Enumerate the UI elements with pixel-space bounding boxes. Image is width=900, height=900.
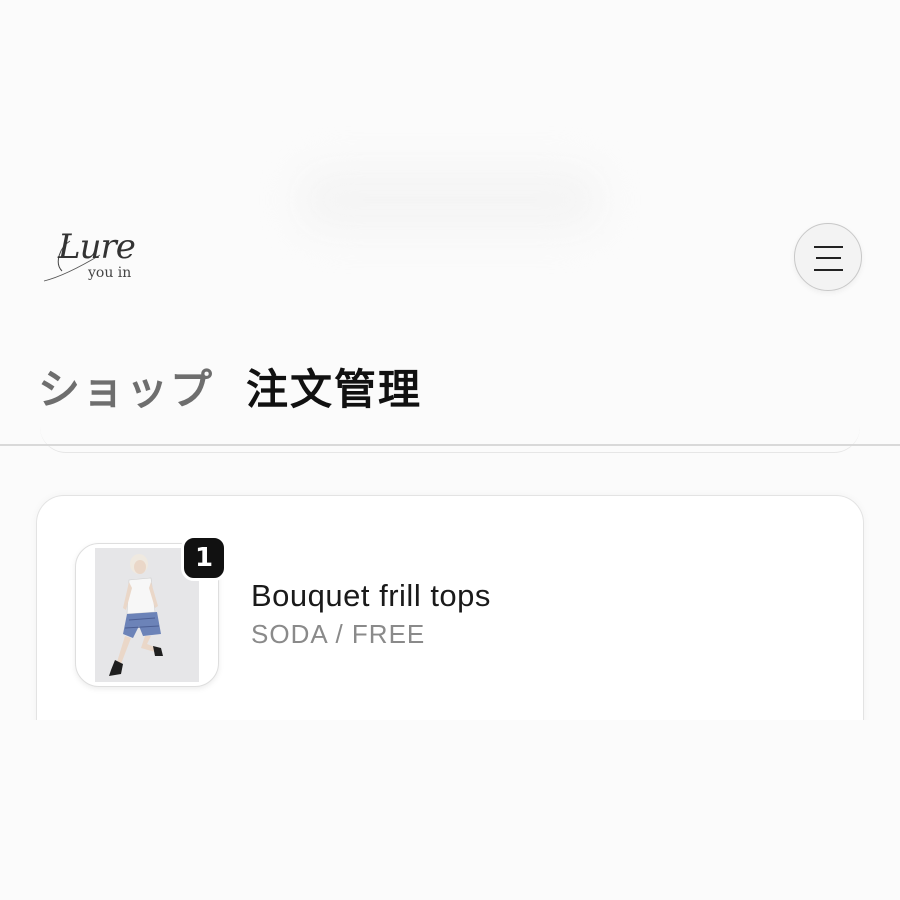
previous-card-edge (40, 420, 860, 453)
header-divider (0, 444, 900, 446)
menu-bar-bottom (814, 269, 843, 271)
product-variant: SODA / FREE (251, 619, 426, 649)
quantity-badge: 1 (181, 535, 227, 581)
tab-order-management[interactable]: 注文管理 (246, 360, 422, 420)
bottom-blank-area (0, 720, 900, 900)
menu-bar-middle (816, 257, 841, 259)
app-header: Lure you in (0, 205, 900, 315)
logo-script-text: Lure (58, 227, 136, 267)
order-item-card[interactable]: 1 Bouquet frill tops SODA / FREE (36, 495, 864, 755)
brand-logo[interactable]: Lure you in (40, 227, 150, 289)
page: Lure you in ショップ 注文管理 1 Bouquet frill to… (0, 0, 900, 900)
product-name[interactable]: Bouquet frill tops (251, 578, 491, 614)
menu-bar-top (814, 246, 843, 248)
menu-button[interactable] (794, 223, 862, 291)
tab-bar: ショップ 注文管理 (0, 360, 900, 420)
logo-sub-text: you in (88, 265, 132, 281)
tab-shop[interactable]: ショップ (38, 360, 214, 420)
